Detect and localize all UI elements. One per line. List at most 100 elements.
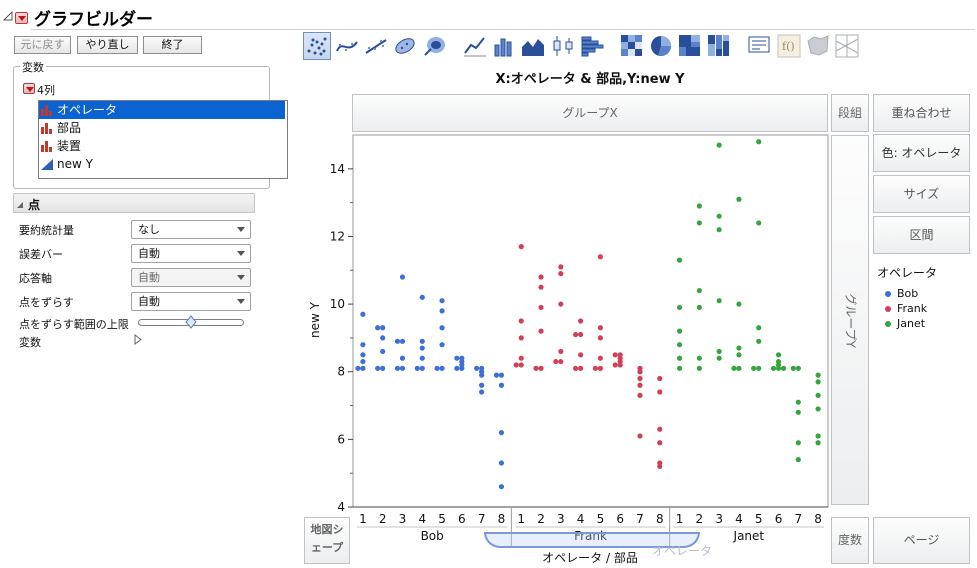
done-button[interactable]: 終了 [143,36,202,54]
data-point[interactable] [597,335,603,341]
pie-icon[interactable] [647,32,675,60]
box-plot-icon[interactable] [549,32,577,60]
data-point[interactable] [394,338,401,344]
data-point[interactable] [399,338,406,344]
data-point[interactable] [578,318,584,324]
data-point[interactable] [795,440,801,446]
line-of-fit-icon[interactable] [362,32,390,60]
data-point[interactable] [558,301,564,307]
column-list-item[interactable]: 装置 [39,137,285,155]
data-point[interactable] [439,325,445,331]
data-point[interactable] [751,365,757,371]
data-point[interactable] [617,352,623,358]
property-dropdown[interactable]: 自動 [131,268,251,287]
data-point[interactable] [498,484,505,490]
data-point[interactable] [498,382,505,388]
data-point[interactable] [360,342,366,348]
data-point[interactable] [597,325,603,331]
data-point[interactable] [538,284,544,290]
outline-collapse-icon[interactable] [2,10,13,24]
parallel-icon[interactable] [833,32,861,60]
data-point[interactable] [716,348,722,355]
points-panel-header[interactable]: 点 [13,193,255,213]
data-point[interactable] [716,142,722,148]
data-point[interactable] [479,382,485,388]
data-point[interactable] [380,325,386,331]
data-point[interactable] [597,355,603,361]
data-point[interactable] [637,365,643,371]
legend-item-label[interactable]: Frank [897,302,927,315]
data-point[interactable] [676,365,683,371]
data-point[interactable] [518,244,524,250]
caption-box-icon[interactable] [745,32,773,60]
data-point[interactable] [637,433,643,439]
data-point[interactable] [696,287,702,294]
legend-item-label[interactable]: Janet [897,317,925,330]
column-list-item[interactable]: new Y [39,155,285,173]
contour-icon[interactable] [421,32,449,60]
data-point[interactable] [375,325,381,331]
data-point[interactable] [756,365,762,371]
data-point[interactable] [558,264,564,270]
data-point[interactable] [696,220,702,226]
data-point[interactable] [657,375,663,382]
data-point[interactable] [518,355,524,361]
property-dropdown[interactable]: 自動 [131,292,251,311]
data-point[interactable] [676,342,683,348]
data-point[interactable] [736,196,742,202]
data-point[interactable] [815,392,821,398]
legend-item-label[interactable]: Bob [897,287,918,300]
data-point[interactable] [731,365,737,371]
data-point[interactable] [355,365,361,371]
expand-variables-triangle-icon[interactable] [134,334,142,345]
data-point[interactable] [815,440,821,446]
histogram-icon[interactable] [578,32,606,60]
overlay-drop-zone[interactable]: 重ね合わせ [873,94,970,132]
property-dropdown[interactable]: なし [131,220,251,239]
data-point[interactable] [716,227,722,233]
column-list-item[interactable]: 部品 [39,119,285,137]
data-point[interactable] [578,352,584,358]
data-point[interactable] [795,409,801,415]
heatmap-icon[interactable] [618,32,646,60]
data-point[interactable] [558,348,564,355]
data-point[interactable] [518,335,524,341]
data-point[interactable] [716,213,722,219]
data-point[interactable] [360,365,366,371]
points-icon[interactable] [303,32,331,60]
color-drop-zone[interactable]: 色: オペレータ [873,134,970,172]
data-point[interactable] [479,365,485,371]
data-point[interactable] [815,379,821,385]
interval-drop-zone[interactable]: 区間 [873,216,970,254]
map-shape-drop-zone[interactable]: 地図シェープ [304,517,350,564]
data-point[interactable] [375,365,381,371]
data-point[interactable] [498,372,505,378]
wrap-drop-zone[interactable]: 段組 [831,94,869,132]
data-point[interactable] [518,362,524,368]
data-point[interactable] [612,362,618,368]
data-point[interactable] [419,365,425,371]
data-point[interactable] [434,365,440,371]
mosaic-icon[interactable] [705,32,733,60]
size-drop-zone[interactable]: サイズ [873,175,970,213]
data-point[interactable] [815,433,821,439]
data-point[interactable] [716,355,722,361]
data-point[interactable] [573,365,579,371]
data-point[interactable] [756,338,762,344]
data-point[interactable] [676,355,683,361]
data-point[interactable] [736,365,742,371]
data-point[interactable] [459,355,465,361]
data-point[interactable] [637,392,643,398]
data-point[interactable] [676,304,683,311]
data-point[interactable] [380,365,386,371]
data-point[interactable] [795,399,801,405]
data-point[interactable] [419,345,425,351]
formula-icon[interactable]: f() [775,32,803,60]
data-point[interactable] [790,365,796,371]
data-point[interactable] [498,430,505,436]
data-point[interactable] [716,298,722,304]
ellipse-icon[interactable] [391,32,419,60]
data-point[interactable] [558,271,564,277]
data-point[interactable] [414,365,420,371]
data-point[interactable] [736,345,742,351]
